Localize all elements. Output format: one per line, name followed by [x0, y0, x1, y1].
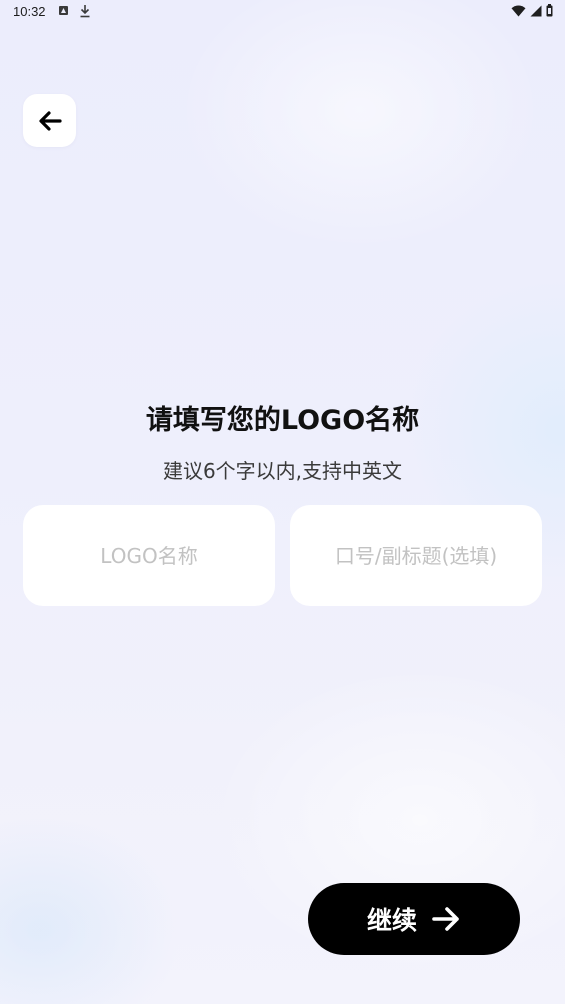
status-bar: 10:32 [0, 0, 565, 24]
logo-name-input[interactable] [23, 542, 275, 569]
signal-icon [530, 5, 542, 16]
arrow-right-icon [432, 907, 459, 931]
continue-label: 继续 [366, 906, 417, 935]
slogan-field-container [290, 505, 542, 606]
download-icon [80, 5, 90, 18]
status-time: 10:32 [13, 4, 46, 19]
arrow-left-icon [38, 110, 62, 131]
logo-name-field-container [23, 505, 275, 606]
page-title: 请填写您的LOGO名称 [145, 405, 420, 436]
battery-icon [546, 4, 553, 17]
a-notification-icon [59, 6, 68, 15]
continue-button[interactable]: 继续 [308, 883, 520, 955]
slogan-input[interactable] [290, 542, 542, 569]
wifi-icon [511, 5, 526, 16]
page-subtitle: 建议6个字以内,支持中英文 [162, 459, 403, 483]
back-button[interactable] [23, 94, 76, 147]
status-right-icons [511, 4, 553, 17]
